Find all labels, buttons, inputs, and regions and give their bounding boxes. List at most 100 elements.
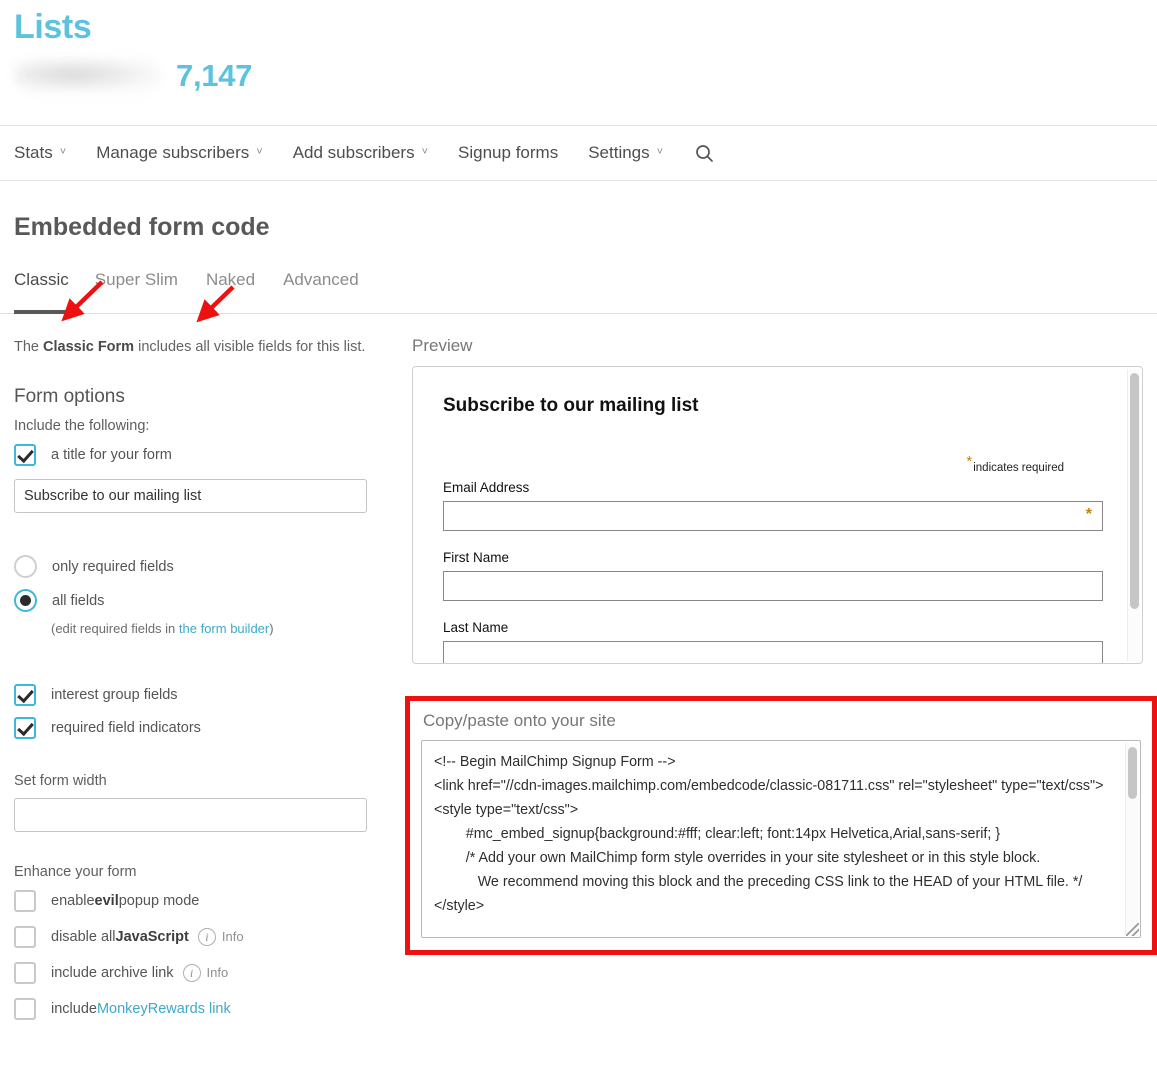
checkbox-include-archive-link[interactable] bbox=[14, 961, 36, 984]
hint-pre: (edit required fields in bbox=[51, 620, 179, 636]
form-builder-hint: (edit required fields in the form builde… bbox=[51, 621, 381, 636]
enhance-your-form-label: Enhance your form bbox=[14, 863, 137, 880]
form-preview-box: Subscribe to our mailing list *indicates… bbox=[412, 366, 1143, 665]
tab-advanced[interactable]: Advanced bbox=[283, 270, 387, 313]
set-form-width-block: Set form width bbox=[14, 773, 381, 832]
redacted-list-name bbox=[14, 59, 164, 94]
required-asterisk-icon: * bbox=[1085, 505, 1092, 523]
nav-item-add-subscribers[interactable]: Add subscribers ˅ bbox=[293, 143, 428, 163]
preview-and-code-panel: Preview Subscribe to our mailing list *i… bbox=[405, 336, 1157, 1031]
page-header: Lists 7,147 bbox=[0, 0, 1157, 99]
info-label: Info bbox=[221, 929, 244, 945]
enhance-your-form-block: Enhance your form enable evil popup mode… bbox=[14, 864, 381, 1022]
label-pre: enable bbox=[51, 892, 95, 909]
subscriber-count: 7,147 bbox=[176, 58, 253, 94]
info-label: Info bbox=[206, 965, 229, 981]
nav-item-signup-forms[interactable]: Signup forms bbox=[458, 143, 558, 163]
nav-item-manage-subscribers[interactable]: Manage subscribers ˅ bbox=[96, 143, 263, 163]
hint-post: ) bbox=[269, 620, 274, 636]
form-preview-content: Subscribe to our mailing list *indicates… bbox=[413, 367, 1142, 664]
nav-item-settings[interactable]: Settings ˅ bbox=[588, 143, 663, 163]
label-pre: include archive link bbox=[51, 964, 174, 981]
form-builder-link[interactable]: the form builder bbox=[179, 621, 269, 636]
main-content: The Classic Form includes all visible fi… bbox=[0, 336, 1157, 1031]
checkbox-label: include archive link i Info bbox=[51, 963, 229, 982]
monkeyrewards-link[interactable]: MonkeyRewards link bbox=[97, 1001, 231, 1017]
radio-label: all fields bbox=[52, 592, 105, 609]
preview-scrollbar[interactable] bbox=[1127, 369, 1140, 662]
field-label: Last Name bbox=[443, 619, 509, 635]
preview-field-last-name: Last Name bbox=[443, 620, 1112, 664]
embed-code-textarea[interactable]: <!-- Begin MailChimp Signup Form --> <li… bbox=[421, 740, 1141, 939]
checkbox-label: include MonkeyRewards link bbox=[51, 1001, 231, 1017]
preview-scrollbar-thumb[interactable] bbox=[1130, 373, 1139, 610]
label-post: popup mode bbox=[118, 892, 200, 909]
option-title-for-form[interactable]: a title for your form bbox=[14, 442, 381, 468]
copy-paste-section: Copy/paste onto your site <!-- Begin Mai… bbox=[405, 696, 1157, 956]
tab-classic[interactable]: Classic bbox=[14, 270, 95, 315]
intro-pre: The bbox=[14, 339, 44, 356]
label-pre: include bbox=[51, 1000, 97, 1017]
form-options-panel: The Classic Form includes all visible fi… bbox=[14, 336, 381, 1031]
option-include-archive-link[interactable]: include archive link i Info bbox=[14, 960, 381, 986]
form-width-input[interactable] bbox=[14, 797, 367, 832]
option-interest-group-fields[interactable]: interest group fields bbox=[14, 682, 381, 708]
form-options-heading: Form options bbox=[14, 385, 125, 407]
field-label: First Name bbox=[443, 549, 510, 565]
label-pre: disable all bbox=[51, 928, 116, 945]
label-bold: JavaScript bbox=[115, 928, 189, 945]
option-disable-all-javascript[interactable]: disable all JavaScript i Info bbox=[14, 924, 381, 950]
nav-item-label: Manage subscribers bbox=[96, 143, 250, 163]
checkbox-required-field-indicators[interactable] bbox=[14, 716, 36, 739]
option-evil-popup-mode[interactable]: enable evil popup mode bbox=[14, 888, 381, 914]
option-include-monkeyrewards-link[interactable]: include MonkeyRewards link bbox=[14, 996, 381, 1022]
nav-item-label: Stats bbox=[14, 143, 53, 163]
preview-first-name-input[interactable] bbox=[443, 570, 1103, 601]
form-title-input[interactable] bbox=[14, 478, 367, 513]
checkbox-label: required field indicators bbox=[51, 719, 201, 736]
textarea-resize-handle[interactable] bbox=[1126, 923, 1139, 937]
field-display-options: interest group fields required field ind… bbox=[14, 682, 381, 741]
radio-label: only required fields bbox=[52, 558, 174, 575]
checkbox-disable-all-javascript[interactable] bbox=[14, 925, 36, 948]
preview-label: Preview bbox=[412, 336, 473, 356]
indicates-required-note: *indicates required bbox=[443, 453, 1064, 474]
checkbox-include-monkeyrewards-link[interactable] bbox=[14, 997, 36, 1020]
code-scrollbar[interactable] bbox=[1125, 743, 1138, 936]
preview-email-input[interactable]: * bbox=[443, 500, 1103, 531]
tab-super-slim[interactable]: Super Slim bbox=[95, 270, 206, 313]
embed-code-text: <!-- Begin MailChimp Signup Form --> <li… bbox=[434, 754, 1104, 915]
preview-field-email: Email Address * bbox=[443, 480, 1112, 531]
radio-only-required-fields[interactable] bbox=[14, 555, 37, 579]
form-description: The Classic Form includes all visible fi… bbox=[14, 336, 381, 359]
chevron-down-icon: ˅ bbox=[421, 145, 429, 158]
section-title: Embedded form code bbox=[14, 213, 270, 242]
radio-option-all-fields[interactable]: all fields bbox=[14, 587, 381, 615]
checkbox-label: a title for your form bbox=[51, 446, 172, 463]
code-scrollbar-thumb[interactable] bbox=[1128, 747, 1137, 800]
radio-all-fields[interactable] bbox=[14, 589, 37, 613]
nav-item-stats[interactable]: Stats ˅ bbox=[14, 143, 66, 163]
info-chip[interactable]: i Info bbox=[197, 927, 244, 946]
radio-option-only-required[interactable]: only required fields bbox=[14, 553, 381, 581]
tab-naked[interactable]: Naked bbox=[206, 270, 283, 313]
form-type-tabs: Classic Super Slim Naked Advanced bbox=[0, 270, 1157, 315]
checkbox-evil-popup-mode[interactable] bbox=[14, 889, 36, 912]
nav-item-label: Settings bbox=[588, 143, 650, 163]
include-following-label: Include the following: bbox=[14, 417, 150, 434]
info-chip[interactable]: i Info bbox=[182, 963, 229, 982]
info-icon[interactable]: i bbox=[182, 963, 201, 982]
chevron-down-icon: ˅ bbox=[256, 145, 263, 158]
search-button[interactable] bbox=[695, 144, 714, 163]
preview-form-title: Subscribe to our mailing list bbox=[443, 395, 699, 417]
checkbox-label: disable all JavaScript i Info bbox=[51, 927, 244, 946]
info-icon[interactable]: i bbox=[197, 927, 216, 946]
fields-radio-group: only required fields all fields (edit re… bbox=[14, 553, 381, 636]
intro-bold: Classic Form bbox=[43, 339, 135, 356]
option-required-field-indicators[interactable]: required field indicators bbox=[14, 715, 381, 741]
checkbox-title-for-form[interactable] bbox=[14, 443, 36, 466]
checkbox-interest-group-fields[interactable] bbox=[14, 683, 36, 706]
required-asterisk-icon: * bbox=[966, 453, 973, 471]
checkbox-label: enable evil popup mode bbox=[51, 893, 199, 909]
preview-last-name-input[interactable] bbox=[443, 640, 1103, 664]
